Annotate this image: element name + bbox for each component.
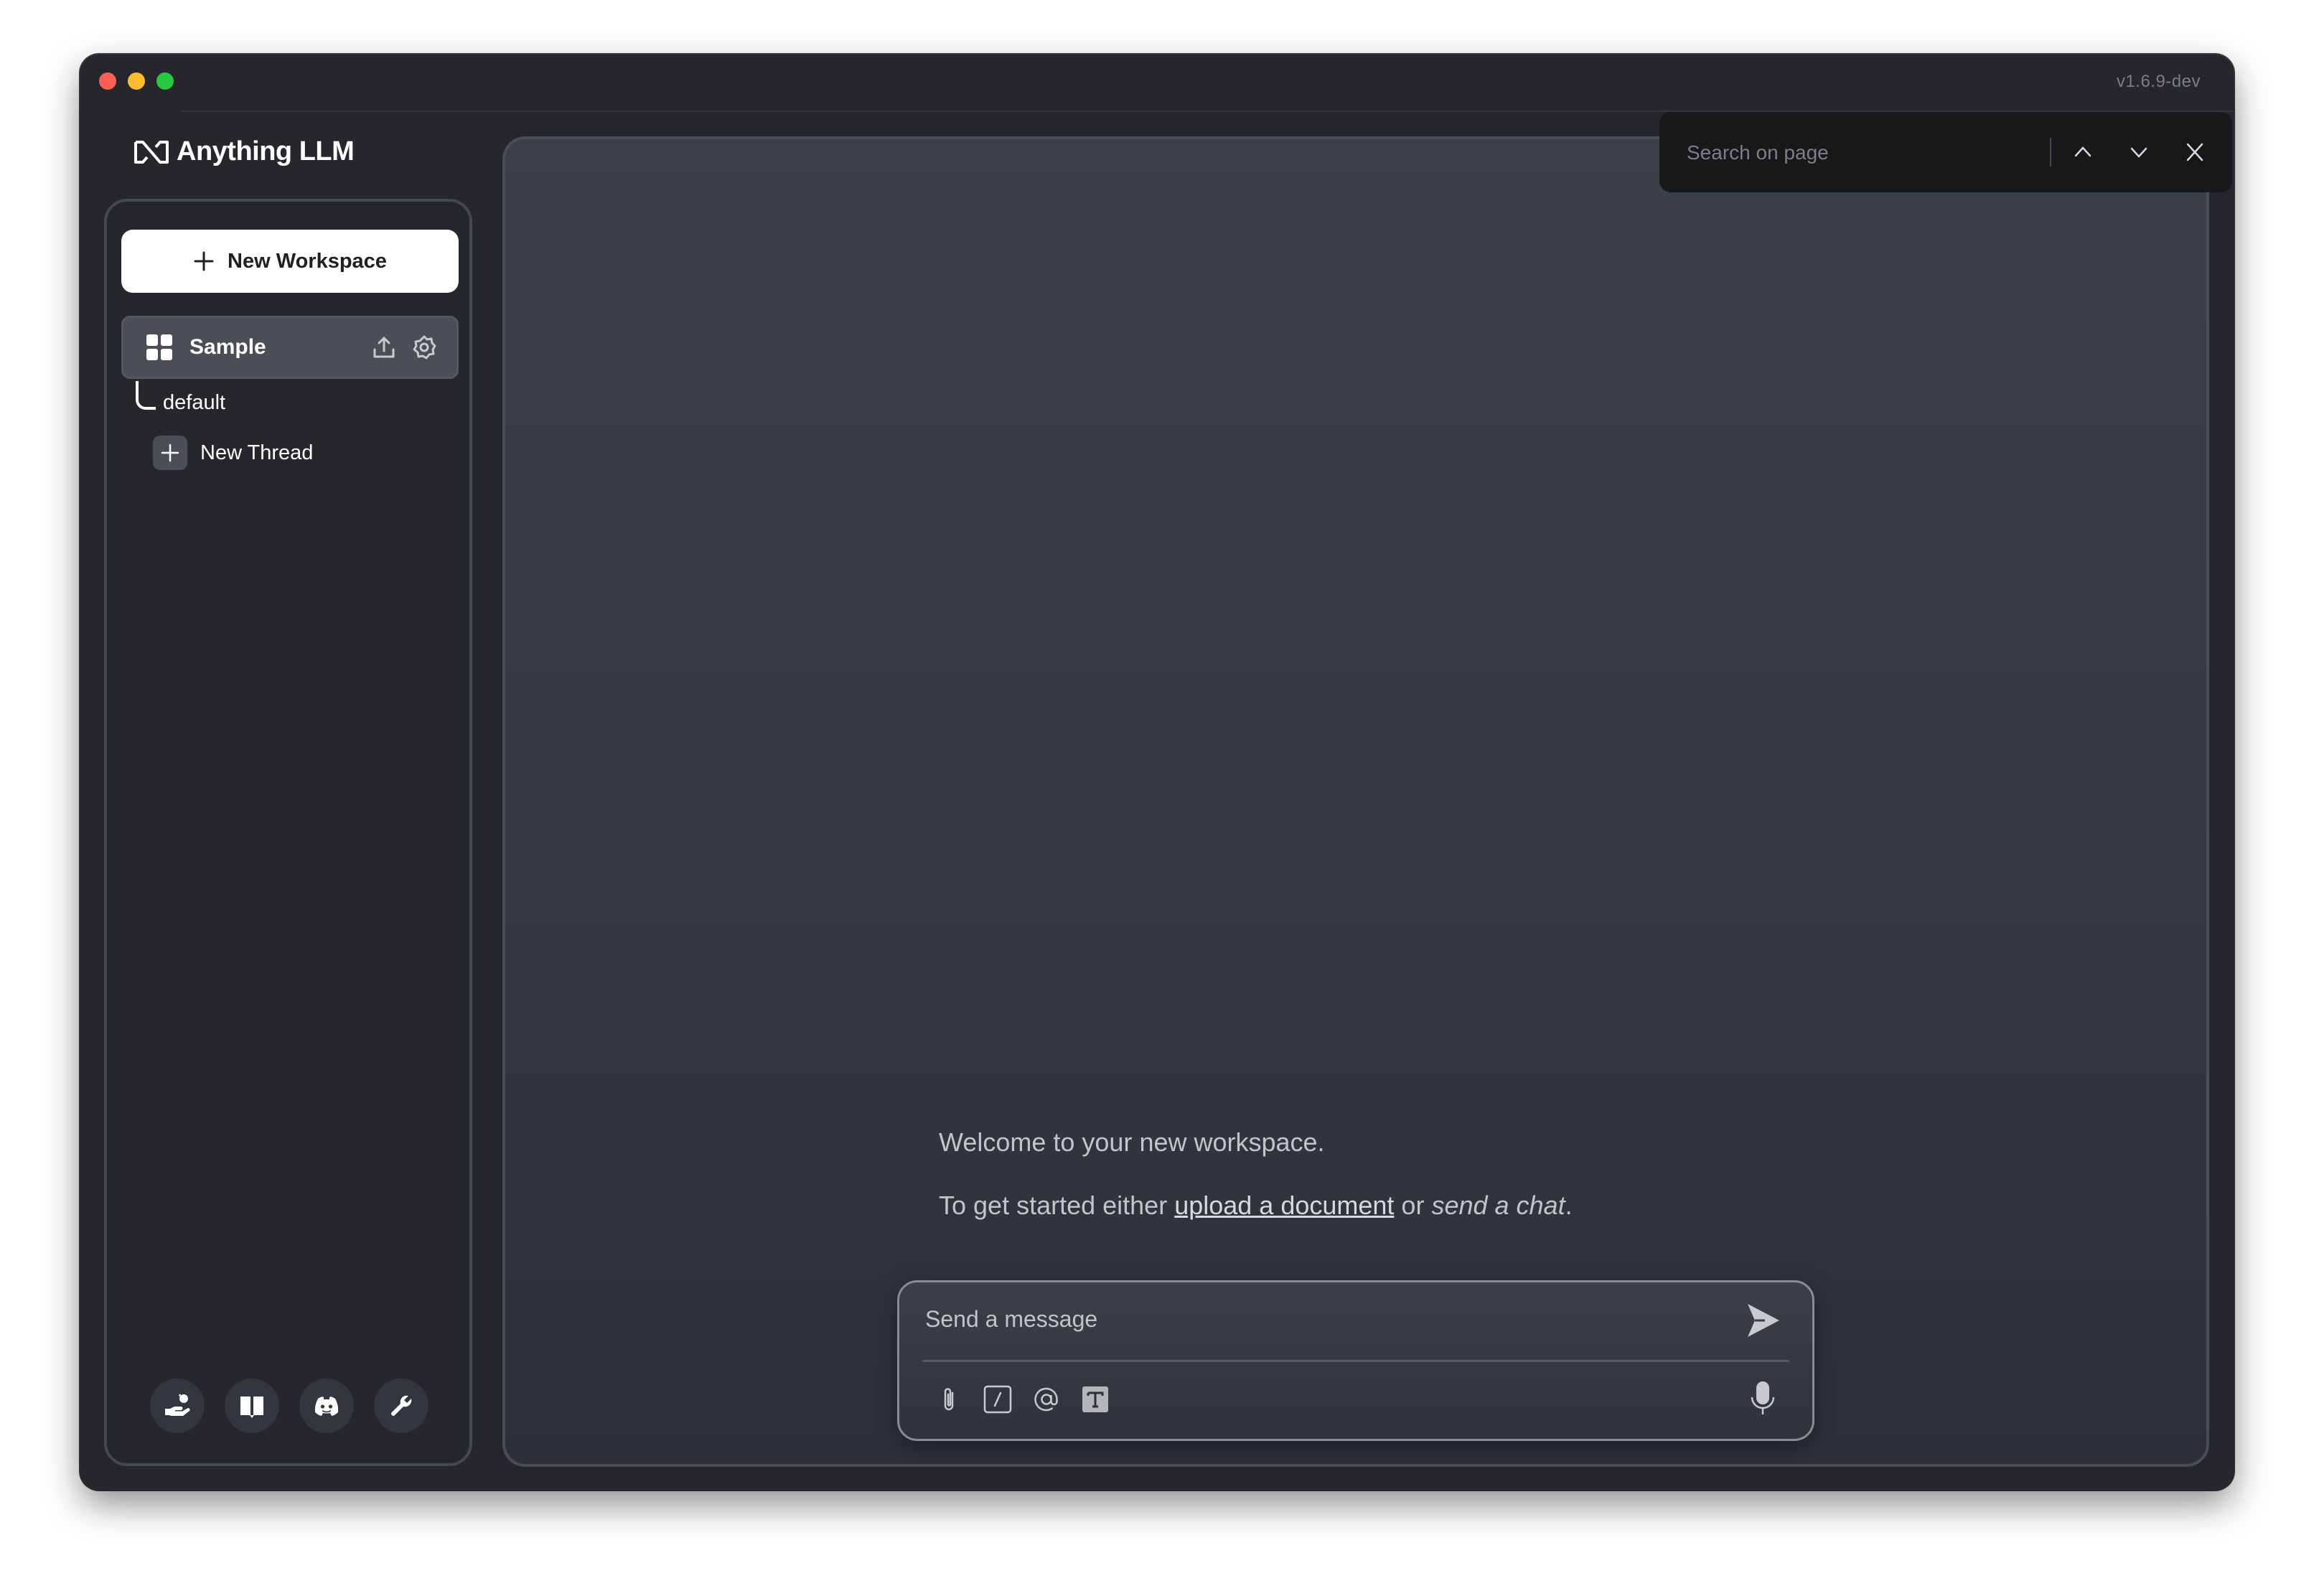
app-window: v1.6.9-dev Anything LLM New Workspace Sa… [80,55,2234,1490]
attach-file-button[interactable] [932,1383,965,1416]
welcome-message: Welcome to your new workspace. To get st… [939,1130,1573,1256]
message-input[interactable] [924,1297,1702,1341]
microphone-icon[interactable] [1746,1380,1779,1416]
wrench-icon [390,1395,412,1417]
new-thread-button[interactable]: New Thread [153,436,313,470]
at-mention-icon [1034,1387,1058,1412]
welcome-line-2: To get started either upload a document … [939,1193,1573,1219]
close-icon [2186,143,2203,161]
composer-toolbar [932,1383,1112,1416]
workspace-name: Sample [189,335,266,359]
search-separator [2050,138,2051,166]
agent-mention-button[interactable] [1030,1383,1063,1416]
plus-icon [153,436,187,470]
settings-button[interactable] [374,1379,428,1433]
chat-panel: Welcome to your new workspace. To get st… [502,136,2209,1467]
sidebar: New Workspace Sample default New Thread [104,199,472,1466]
slash-commands-button[interactable] [981,1383,1014,1416]
thread-connector [136,381,156,410]
chevron-up-icon [2074,146,2092,157]
upload-icon[interactable] [370,334,398,361]
app-logo: Anything LLM [134,136,355,167]
new-workspace-button[interactable]: New Workspace [121,230,459,293]
welcome-prefix: To get started either [939,1191,1175,1220]
close-window-button[interactable] [99,72,116,90]
gear-icon[interactable] [411,334,438,361]
anythingllm-logo-icon [134,140,169,164]
thread-item-default[interactable]: default [163,391,225,415]
send-chat-hint: send a chat [1431,1191,1565,1220]
community-hub-button[interactable] [150,1379,205,1433]
new-workspace-label: New Workspace [228,249,387,273]
grid-icon [146,334,172,360]
welcome-line-1: Welcome to your new workspace. [939,1127,1325,1157]
composer-divider [922,1360,1789,1362]
text-format-icon [1082,1386,1108,1412]
maximize-window-button[interactable] [156,72,174,90]
chat-composer [897,1280,1814,1441]
find-on-page-bar [1659,112,2232,192]
send-icon[interactable] [1743,1301,1782,1340]
discord-button[interactable] [299,1379,354,1433]
text-size-button[interactable] [1079,1383,1112,1416]
new-thread-label: New Thread [200,441,314,464]
close-search-button[interactable] [2180,138,2209,166]
app-name: Anything LLM [177,136,355,166]
next-match-button[interactable] [2125,138,2153,166]
welcome-mid: or [1394,1191,1432,1220]
sidebar-footer [150,1379,428,1433]
paperclip-icon [944,1388,954,1411]
slash-command-icon [983,1385,1012,1414]
chevron-down-icon [2130,147,2147,158]
previous-match-button[interactable] [2069,138,2097,166]
plus-icon [194,251,214,271]
sidebar-item-sample-workspace[interactable]: Sample [121,316,459,379]
welcome-end: . [1565,1191,1573,1220]
book-icon [240,1396,263,1418]
documentation-button[interactable] [225,1379,279,1433]
community-hand-icon [165,1394,190,1416]
discord-icon [314,1396,339,1416]
minimize-window-button[interactable] [128,72,145,90]
upload-document-link[interactable]: upload a document [1174,1191,1394,1220]
version-label: v1.6.9-dev [2116,72,2201,91]
search-on-page-input[interactable] [1685,133,2033,172]
